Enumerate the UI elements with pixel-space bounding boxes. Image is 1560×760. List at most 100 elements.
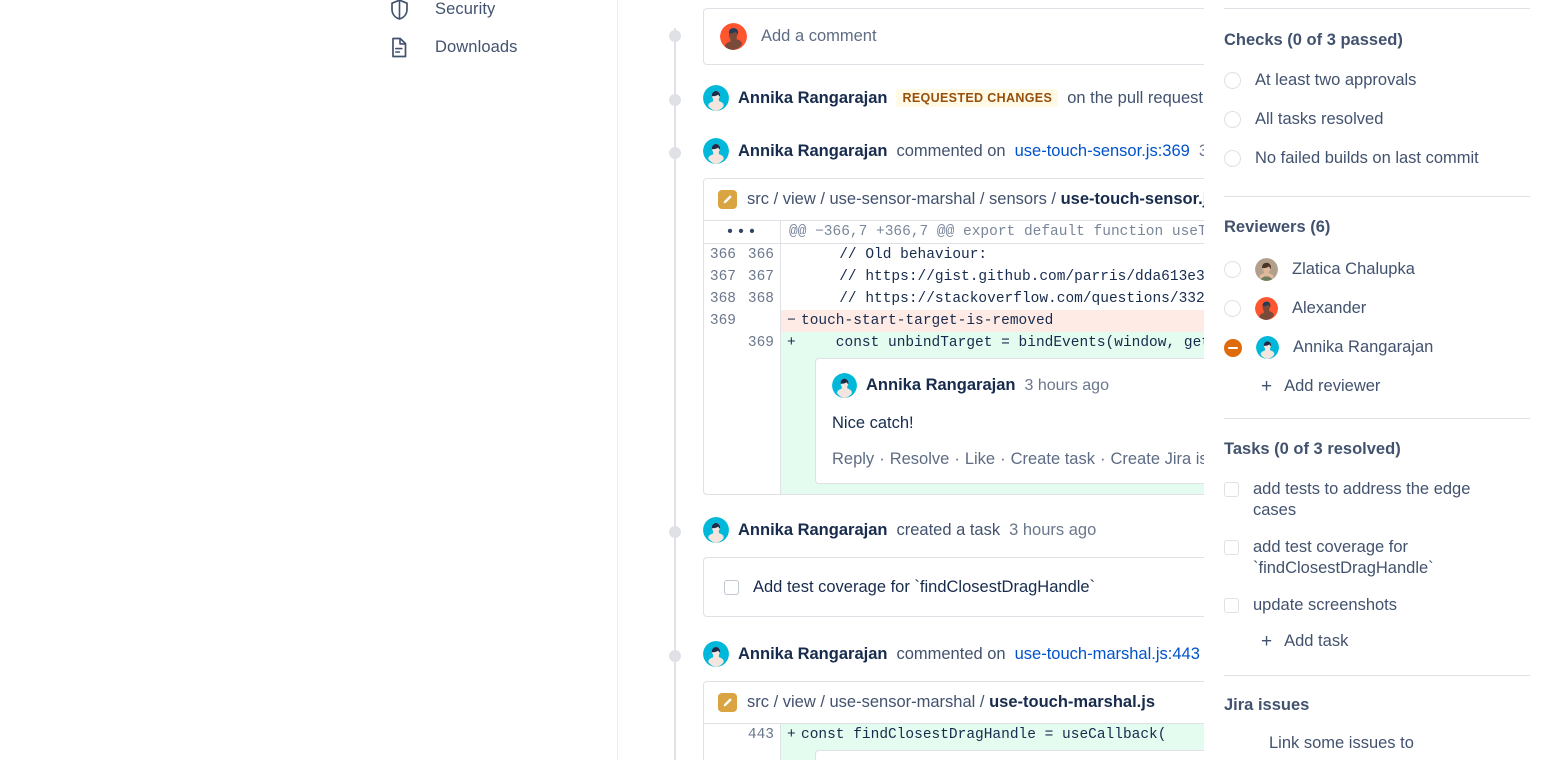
inline-comment-actions: Reply · Resolve · Like · Create task · Create Ji…	[832, 450, 1204, 469]
avatar	[720, 23, 747, 50]
activity-action: created a task	[896, 520, 1001, 539]
reviewer-status-icon	[1224, 300, 1241, 317]
old-line-number: 369	[709, 313, 736, 329]
create-jira-issue-action[interactable]: Create Jira issue	[1110, 450, 1204, 468]
old-line-number: 367	[709, 269, 736, 285]
check-status-icon	[1224, 111, 1241, 128]
diff-gutter: 369	[704, 332, 780, 354]
activity-action: commented on	[896, 644, 1006, 663]
check-item[interactable]: All tasks resolved	[1224, 109, 1530, 130]
reviewers-section: Reviewers (6) Zlatica Chalupka Alexander…	[1224, 197, 1530, 396]
timeline-dot	[669, 650, 681, 662]
checks-section: Checks (0 of 3 passed) At least two appr…	[1224, 9, 1530, 169]
like-action[interactable]: Like	[965, 450, 995, 468]
diff-code-text: const findClosestDragHandle = useCallbac…	[801, 727, 1167, 743]
task-item[interactable]: add test coverage for `findClosestDragHa…	[1224, 537, 1530, 579]
status-badge: REQUESTED CHANGES	[896, 88, 1059, 108]
add-comment-box[interactable]: Add a comment	[703, 8, 1204, 65]
task-item[interactable]: add tests to address the edge cases	[1224, 479, 1530, 521]
jira-issues-title: Jira issues	[1224, 696, 1310, 714]
diff-gutter: 369	[704, 310, 780, 332]
timeline-entry-comment-sensor: Annika Rangarajan commented on use-touch…	[658, 138, 1204, 495]
task-checkbox[interactable]	[724, 579, 739, 595]
left-sidebar: Security Downloads	[356, 0, 618, 760]
reviewer-name: Zlatica Chalupka	[1292, 260, 1415, 278]
check-status-icon	[1224, 72, 1241, 89]
diff-table: ••• @@ −366,7 +366,7 @@ export default f…	[704, 220, 1204, 494]
diff-code: + const unbindTarget = bindEvents(window…	[780, 332, 1204, 354]
diff-gutter: 367 367	[704, 266, 780, 288]
activity-timeline-column: Add a comment Annika Rangarajan REQUESTE…	[618, 0, 1204, 760]
file-line-link[interactable]: use-touch-sensor.js:369	[1015, 143, 1190, 160]
timeline-dot	[669, 30, 681, 42]
checks-title: Checks (0 of 3 passed)	[1224, 31, 1403, 49]
jira-issues-section: Jira issues Link some issues to this pul…	[1224, 676, 1530, 760]
inline-comment-region: Annika Rangarajan 3 hours ago Nice catch…	[780, 354, 1204, 494]
activity-action: on the pull request	[1067, 88, 1203, 107]
new-line-number	[742, 310, 780, 332]
diff-file-header[interactable]: src / view / use-sensor-marshal / use-to…	[704, 682, 1204, 723]
diff-file-name: use-touch-sensor.js	[1060, 190, 1204, 208]
sidebar-item-label: Security	[435, 0, 496, 18]
diff-line: 368 368 // https://stackoverflow.com/que…	[704, 288, 1204, 310]
timeline-entry-composer: Add a comment	[658, 8, 1204, 65]
activity-time: 3 hours ago	[1009, 520, 1097, 539]
resolve-action[interactable]: Resolve	[890, 450, 950, 468]
check-item[interactable]: No failed builds on last commit	[1224, 148, 1530, 169]
right-sidebar: Checks (0 of 3 passed) At least two appr…	[1204, 0, 1560, 760]
plus-icon: +	[1261, 376, 1273, 397]
reviewer-item[interactable]: Annika Rangarajan	[1224, 336, 1530, 359]
task-checkbox[interactable]	[1224, 482, 1239, 497]
diff-line: 366 366 // Old behaviour:	[704, 244, 1204, 266]
add-reviewer-button[interactable]: + Add reviewer	[1224, 377, 1530, 396]
sidebar-item-downloads[interactable]: Downloads	[359, 28, 617, 66]
task-checkbox[interactable]	[1224, 598, 1239, 613]
sidebar-item-security[interactable]: Security	[359, 0, 617, 28]
diff-file-header[interactable]: src / view / use-sensor-marshal / sensor…	[704, 179, 1204, 220]
inline-comment-time: 3 hours ago	[1024, 376, 1109, 394]
document-download-icon	[389, 36, 409, 58]
avatar	[1256, 336, 1279, 359]
task-label: Add test coverage for `findClosestDragHa…	[753, 577, 1096, 596]
old-line-number: 366	[709, 247, 736, 263]
diff-gutter: 368 368	[704, 288, 780, 310]
new-line-number: 443	[747, 727, 774, 743]
shield-icon	[389, 0, 409, 20]
inline-comment-region: Annika Rangarajan 3 hours ago	[780, 746, 1204, 760]
reviewer-status-icon	[1224, 261, 1241, 278]
reviewer-item[interactable]: Zlatica Chalupka	[1224, 258, 1530, 281]
diff-card: src / view / use-sensor-marshal / sensor…	[703, 178, 1204, 495]
reviewer-name: Alexander	[1292, 299, 1367, 317]
create-task-action[interactable]: Create task	[1011, 450, 1095, 468]
avatar	[703, 517, 729, 543]
diff-line-added: 369 + const unbindTarget = bindEvents(wi…	[704, 332, 1204, 354]
diff-sign: −	[787, 313, 796, 329]
file-line-link[interactable]: use-touch-marshal.js:443	[1015, 646, 1200, 663]
avatar	[832, 373, 857, 398]
diff-expand-button[interactable]: •••	[704, 221, 780, 243]
reviewer-item[interactable]: Alexander	[1224, 297, 1530, 320]
diff-file-name: use-touch-marshal.js	[989, 693, 1156, 711]
check-status-icon	[1224, 150, 1241, 167]
diff-hunk-header: @@ −366,7 +366,7 @@ export default funct…	[780, 221, 1204, 243]
task-item[interactable]: update screenshots	[1224, 595, 1530, 616]
timeline-entry-created-task: Annika Rangarajan created a task 3 hours…	[658, 517, 1204, 617]
diff-sign: +	[787, 727, 796, 743]
diff-line-removed: 369 − touch-start-target-is-removed	[704, 310, 1204, 332]
task-checkbox[interactable]	[1224, 540, 1239, 555]
reply-action[interactable]: Reply	[832, 450, 874, 468]
task-label: update screenshots	[1253, 596, 1398, 614]
check-item[interactable]: At least two approvals	[1224, 70, 1530, 91]
diff-code-text: touch-start-target-is-removed	[801, 313, 1054, 329]
check-label: No failed builds on last commit	[1255, 149, 1479, 167]
diff-code: − touch-start-target-is-removed	[780, 310, 1204, 332]
add-task-label: Add task	[1284, 632, 1349, 650]
diff-sign: +	[787, 335, 796, 351]
add-task-button[interactable]: + Add task	[1224, 632, 1530, 651]
diff-line-added: 443 + const findClosestDragHandle = useCa…	[704, 724, 1204, 746]
inline-comment: Annika Rangarajan 3 hours ago	[815, 750, 1204, 760]
activity-line: Annika Rangarajan commented on use-touch…	[703, 138, 1204, 164]
inline-comment-body: Nice catch!	[832, 414, 914, 432]
check-label: At least two approvals	[1255, 71, 1417, 89]
avatar	[1255, 258, 1278, 281]
